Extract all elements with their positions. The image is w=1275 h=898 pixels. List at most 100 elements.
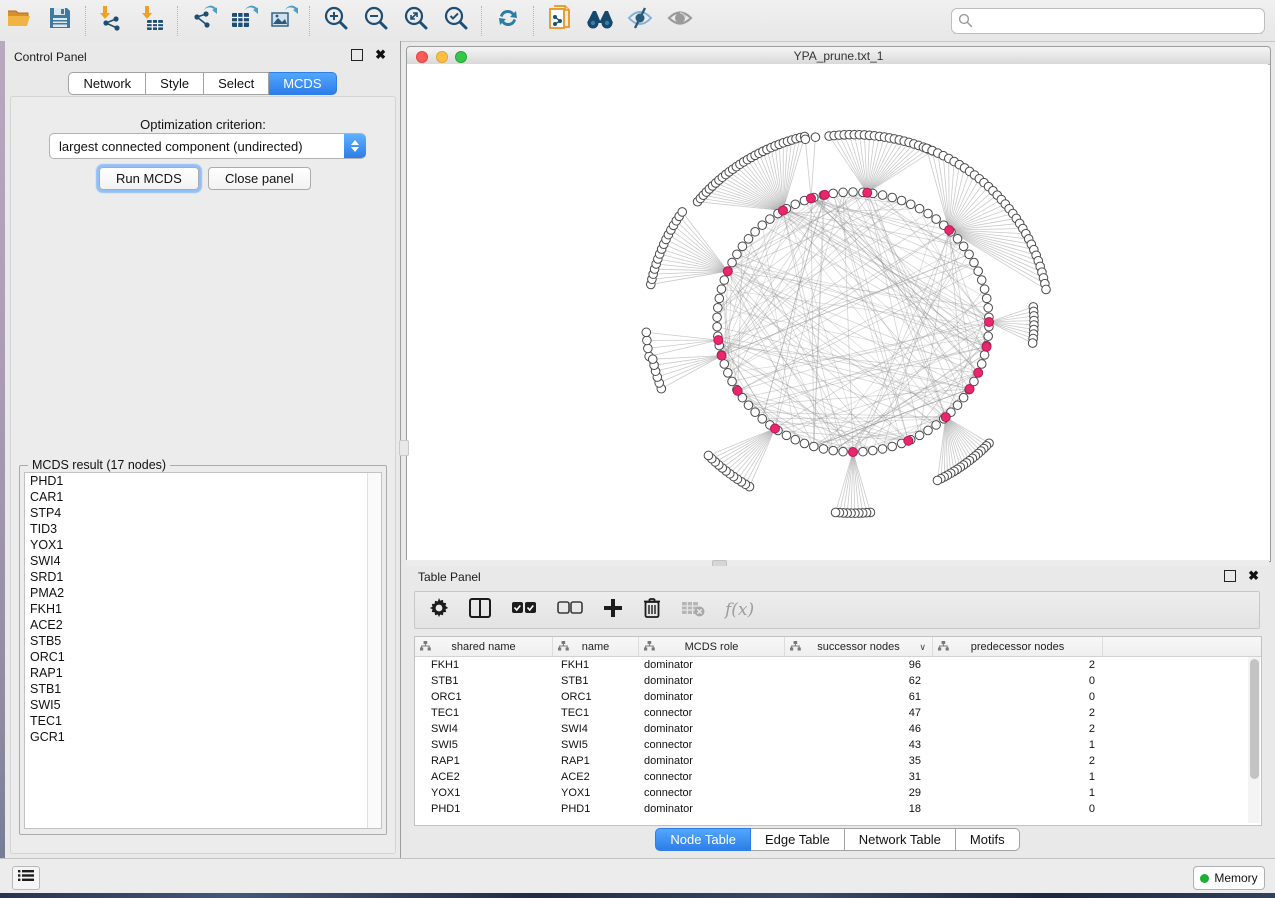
float-panel-icon[interactable] bbox=[1224, 570, 1236, 582]
mcds-result-item[interactable]: SWI4 bbox=[25, 553, 381, 569]
open-file-button[interactable] bbox=[0, 4, 40, 38]
cell-role[interactable]: connector bbox=[639, 769, 785, 785]
tab-network[interactable]: Network bbox=[68, 72, 146, 95]
zoom-in-button[interactable] bbox=[316, 4, 356, 38]
table-row[interactable]: YOX1YOX1connector291 bbox=[415, 785, 1261, 801]
cell-role[interactable]: dominator bbox=[639, 673, 785, 689]
cell-name[interactable]: TEC1 bbox=[553, 705, 639, 721]
close-panel-icon[interactable]: ✖ bbox=[375, 50, 386, 60]
mcds-result-item[interactable]: STP4 bbox=[25, 505, 381, 521]
import-table-button[interactable] bbox=[132, 4, 172, 38]
mcds-result-item[interactable]: PHD1 bbox=[25, 473, 381, 489]
cell-name[interactable]: ACE2 bbox=[553, 769, 639, 785]
table-row[interactable]: TEC1TEC1connector472 bbox=[415, 705, 1261, 721]
cell-successors[interactable]: 18 bbox=[785, 801, 933, 817]
export-image-button[interactable] bbox=[264, 4, 304, 38]
cell-shared[interactable]: STB1 bbox=[415, 673, 553, 689]
cell-successors[interactable]: 47 bbox=[785, 705, 933, 721]
cell-name[interactable]: SWI5 bbox=[553, 737, 639, 753]
column-header-predecessor-nodes[interactable]: predecessor nodes bbox=[933, 637, 1103, 656]
export-network-button[interactable] bbox=[184, 4, 224, 38]
table-row[interactable]: SWI5SWI5connector431 bbox=[415, 737, 1261, 753]
column-header-name[interactable]: name bbox=[553, 637, 639, 656]
cell-successors[interactable]: 62 bbox=[785, 673, 933, 689]
close-panel-icon[interactable]: ✖ bbox=[1248, 571, 1259, 581]
cell-name[interactable]: ORC1 bbox=[553, 689, 639, 705]
cell-role[interactable]: dominator bbox=[639, 753, 785, 769]
cell-predecessors[interactable]: 1 bbox=[933, 737, 1103, 753]
hide-graphics-details-button[interactable] bbox=[620, 4, 660, 38]
cell-successors[interactable]: 96 bbox=[785, 657, 933, 673]
float-panel-icon[interactable] bbox=[351, 49, 363, 61]
table-row[interactable]: PHD1PHD1dominator180 bbox=[415, 801, 1261, 817]
table-row[interactable]: ORC1ORC1dominator610 bbox=[415, 689, 1261, 705]
memory-button[interactable]: Memory bbox=[1193, 866, 1265, 890]
zoom-fit-button[interactable] bbox=[396, 4, 436, 38]
select-all-button[interactable] bbox=[511, 601, 537, 620]
table-settings-button[interactable] bbox=[429, 598, 449, 623]
run-mcds-button[interactable]: Run MCDS bbox=[99, 167, 199, 190]
cell-shared[interactable]: YOX1 bbox=[415, 785, 553, 801]
mcds-result-item[interactable]: CAR1 bbox=[25, 489, 381, 505]
cell-successors[interactable]: 46 bbox=[785, 721, 933, 737]
mcds-result-item[interactable]: SWI5 bbox=[25, 697, 381, 713]
tab-edge-table[interactable]: Edge Table bbox=[751, 828, 845, 851]
cell-shared[interactable]: ACE2 bbox=[415, 769, 553, 785]
mcds-result-item[interactable]: STB1 bbox=[25, 681, 381, 697]
cell-shared[interactable]: PHD1 bbox=[415, 801, 553, 817]
cell-shared[interactable]: SWI5 bbox=[415, 737, 553, 753]
table-row[interactable]: FKH1FKH1dominator962 bbox=[415, 657, 1261, 673]
close-panel-button[interactable]: Close panel bbox=[208, 167, 311, 190]
show-columns-button[interactable] bbox=[469, 598, 491, 623]
cell-predecessors[interactable]: 0 bbox=[933, 673, 1103, 689]
cell-name[interactable]: PHD1 bbox=[553, 801, 639, 817]
cell-predecessors[interactable]: 1 bbox=[933, 769, 1103, 785]
zoom-selected-button[interactable] bbox=[436, 4, 476, 38]
add-column-button[interactable] bbox=[603, 598, 623, 623]
tab-style[interactable]: Style bbox=[146, 72, 204, 95]
column-header-shared-name[interactable]: shared name bbox=[415, 637, 553, 656]
table-scrollbar-thumb[interactable] bbox=[1250, 659, 1259, 779]
task-history-button[interactable] bbox=[12, 866, 40, 890]
zoom-out-button[interactable] bbox=[356, 4, 396, 38]
mcds-result-item[interactable]: YOX1 bbox=[25, 537, 381, 553]
cell-role[interactable]: dominator bbox=[639, 721, 785, 737]
mcds-result-item[interactable]: ACE2 bbox=[25, 617, 381, 633]
deselect-all-button[interactable] bbox=[557, 601, 583, 620]
mcds-result-item[interactable]: PMA2 bbox=[25, 585, 381, 601]
export-table-button[interactable] bbox=[224, 4, 264, 38]
table-row[interactable]: SWI4SWI4dominator462 bbox=[415, 721, 1261, 737]
cell-successors[interactable]: 61 bbox=[785, 689, 933, 705]
cell-successors[interactable]: 43 bbox=[785, 737, 933, 753]
cell-role[interactable]: dominator bbox=[639, 801, 785, 817]
cell-predecessors[interactable]: 1 bbox=[933, 785, 1103, 801]
search-input[interactable] bbox=[977, 13, 1258, 29]
mcds-result-item[interactable]: TID3 bbox=[25, 521, 381, 537]
cell-name[interactable]: STB1 bbox=[553, 673, 639, 689]
network-window-titlebar[interactable]: YPA_prune.txt_1 bbox=[407, 47, 1270, 65]
vertical-splitter-grip[interactable] bbox=[399, 440, 409, 456]
mcds-result-item[interactable]: ORC1 bbox=[25, 649, 381, 665]
cell-shared[interactable]: ORC1 bbox=[415, 689, 553, 705]
mcds-result-item[interactable]: RAP1 bbox=[25, 665, 381, 681]
tab-select[interactable]: Select bbox=[204, 72, 269, 95]
cell-predecessors[interactable]: 0 bbox=[933, 689, 1103, 705]
cell-role[interactable]: dominator bbox=[639, 657, 785, 673]
cell-name[interactable]: FKH1 bbox=[553, 657, 639, 673]
cell-name[interactable]: SWI4 bbox=[553, 721, 639, 737]
criterion-select[interactable]: largest connected component (undirected) bbox=[49, 133, 366, 159]
mcds-result-item[interactable]: TEC1 bbox=[25, 713, 381, 729]
cell-shared[interactable]: SWI4 bbox=[415, 721, 553, 737]
network-graph[interactable] bbox=[407, 64, 1268, 560]
import-network-button[interactable] bbox=[92, 4, 132, 38]
cell-successors[interactable]: 29 bbox=[785, 785, 933, 801]
clone-network-button[interactable] bbox=[540, 4, 580, 38]
mcds-result-item[interactable]: FKH1 bbox=[25, 601, 381, 617]
table-row[interactable]: RAP1RAP1dominator352 bbox=[415, 753, 1261, 769]
cell-role[interactable]: connector bbox=[639, 705, 785, 721]
cell-predecessors[interactable]: 0 bbox=[933, 801, 1103, 817]
mcds-result-item[interactable]: STB5 bbox=[25, 633, 381, 649]
tab-network-table[interactable]: Network Table bbox=[845, 828, 956, 851]
mcds-result-item[interactable]: SRD1 bbox=[25, 569, 381, 585]
table-scrollbar[interactable] bbox=[1248, 657, 1260, 823]
